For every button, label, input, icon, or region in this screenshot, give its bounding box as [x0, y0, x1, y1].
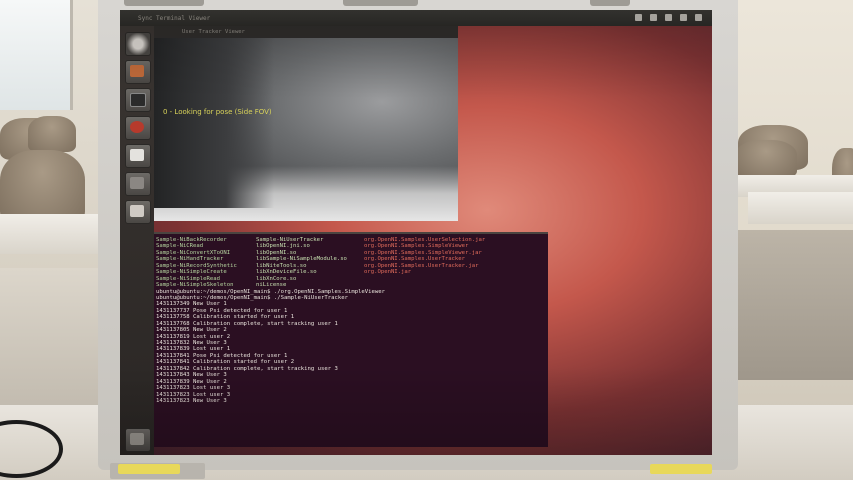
window	[0, 0, 73, 110]
hinge-tab	[590, 0, 630, 6]
hinge-tab	[343, 0, 418, 6]
chair-base	[735, 230, 853, 380]
terminal-output: Sample-NiBackRecorder Sample-NiUserTracke…	[156, 237, 548, 404]
listing-cell: niLicense	[256, 282, 287, 289]
battery-icon[interactable]	[665, 14, 672, 21]
terminal-icon[interactable]	[125, 88, 151, 112]
chair	[735, 140, 797, 178]
top-panel: Sync Terminal Viewer	[120, 10, 712, 26]
launcher	[120, 26, 154, 455]
depth-shadow	[154, 38, 274, 208]
document-icon[interactable]	[125, 144, 151, 168]
clock-icon[interactable]	[695, 14, 702, 21]
user-tracker-window[interactable]: User Tracker Viewer 0 - Looking for pose…	[154, 26, 458, 221]
listing-cell: org.OpenNI.jar	[364, 269, 412, 276]
workspace-icon[interactable]	[125, 172, 151, 196]
chair	[28, 116, 76, 152]
listing-cell: Sample-NiSimpleSkeleton	[156, 282, 234, 289]
desk	[0, 214, 100, 254]
desk	[748, 192, 853, 224]
label-strip	[124, 0, 204, 6]
tracking-status: 0 - Looking for pose (Side FOV)	[163, 108, 272, 116]
viewer-title: User Tracker Viewer	[154, 26, 458, 38]
trash-icon[interactable]	[125, 428, 151, 452]
drive-icon[interactable]	[125, 200, 151, 224]
topbar-title: Sync Terminal Viewer	[138, 14, 211, 22]
mail-icon[interactable]	[650, 14, 657, 21]
settings-icon[interactable]	[125, 116, 151, 140]
desk-side	[0, 268, 100, 408]
tracker-event: 1431137823 New User 3	[156, 397, 227, 404]
system-tray	[635, 14, 702, 21]
volume-icon[interactable]	[680, 14, 687, 21]
terminal-window[interactable]: Sample-NiBackRecorder Sample-NiUserTracke…	[154, 232, 548, 447]
warning-sticker	[118, 464, 180, 474]
laptop-screen: Sync Terminal Viewer User Tracker Viewer…	[120, 10, 712, 455]
network-icon[interactable]	[635, 14, 642, 21]
files-icon[interactable]	[125, 60, 151, 84]
warning-sticker	[650, 464, 712, 474]
dash-icon[interactable]	[125, 32, 151, 56]
